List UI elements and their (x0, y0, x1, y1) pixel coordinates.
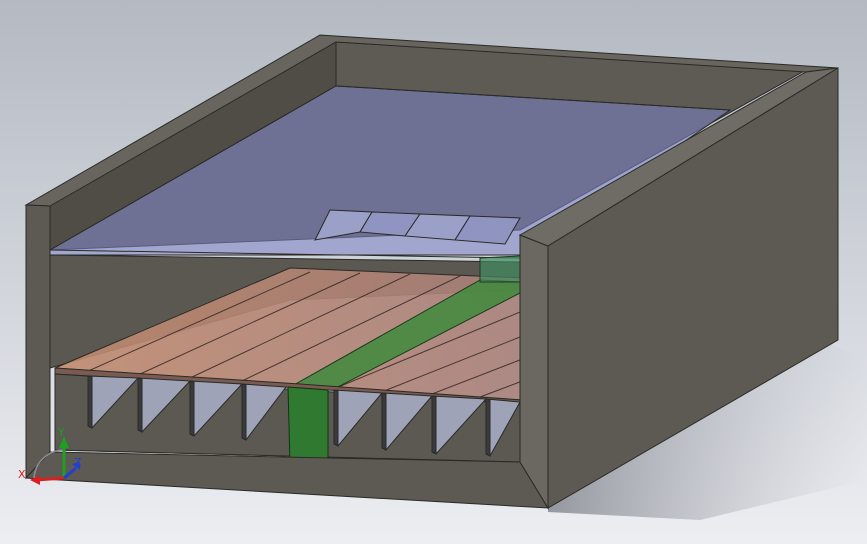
left-wall-front (25, 204, 51, 480)
triad-z-label: Z (74, 456, 82, 469)
highlighted-fin[interactable] (287, 386, 329, 465)
triad-x-label: X (18, 468, 26, 481)
cad-viewport[interactable]: X Y Z (0, 0, 867, 544)
highlighted-channel-top (479, 255, 521, 283)
triad-x-axis (35, 476, 65, 482)
right-wall-front (519, 234, 549, 510)
triad-y-label: Y (57, 426, 65, 439)
cad-scene[interactable]: X Y Z (0, 0, 867, 544)
